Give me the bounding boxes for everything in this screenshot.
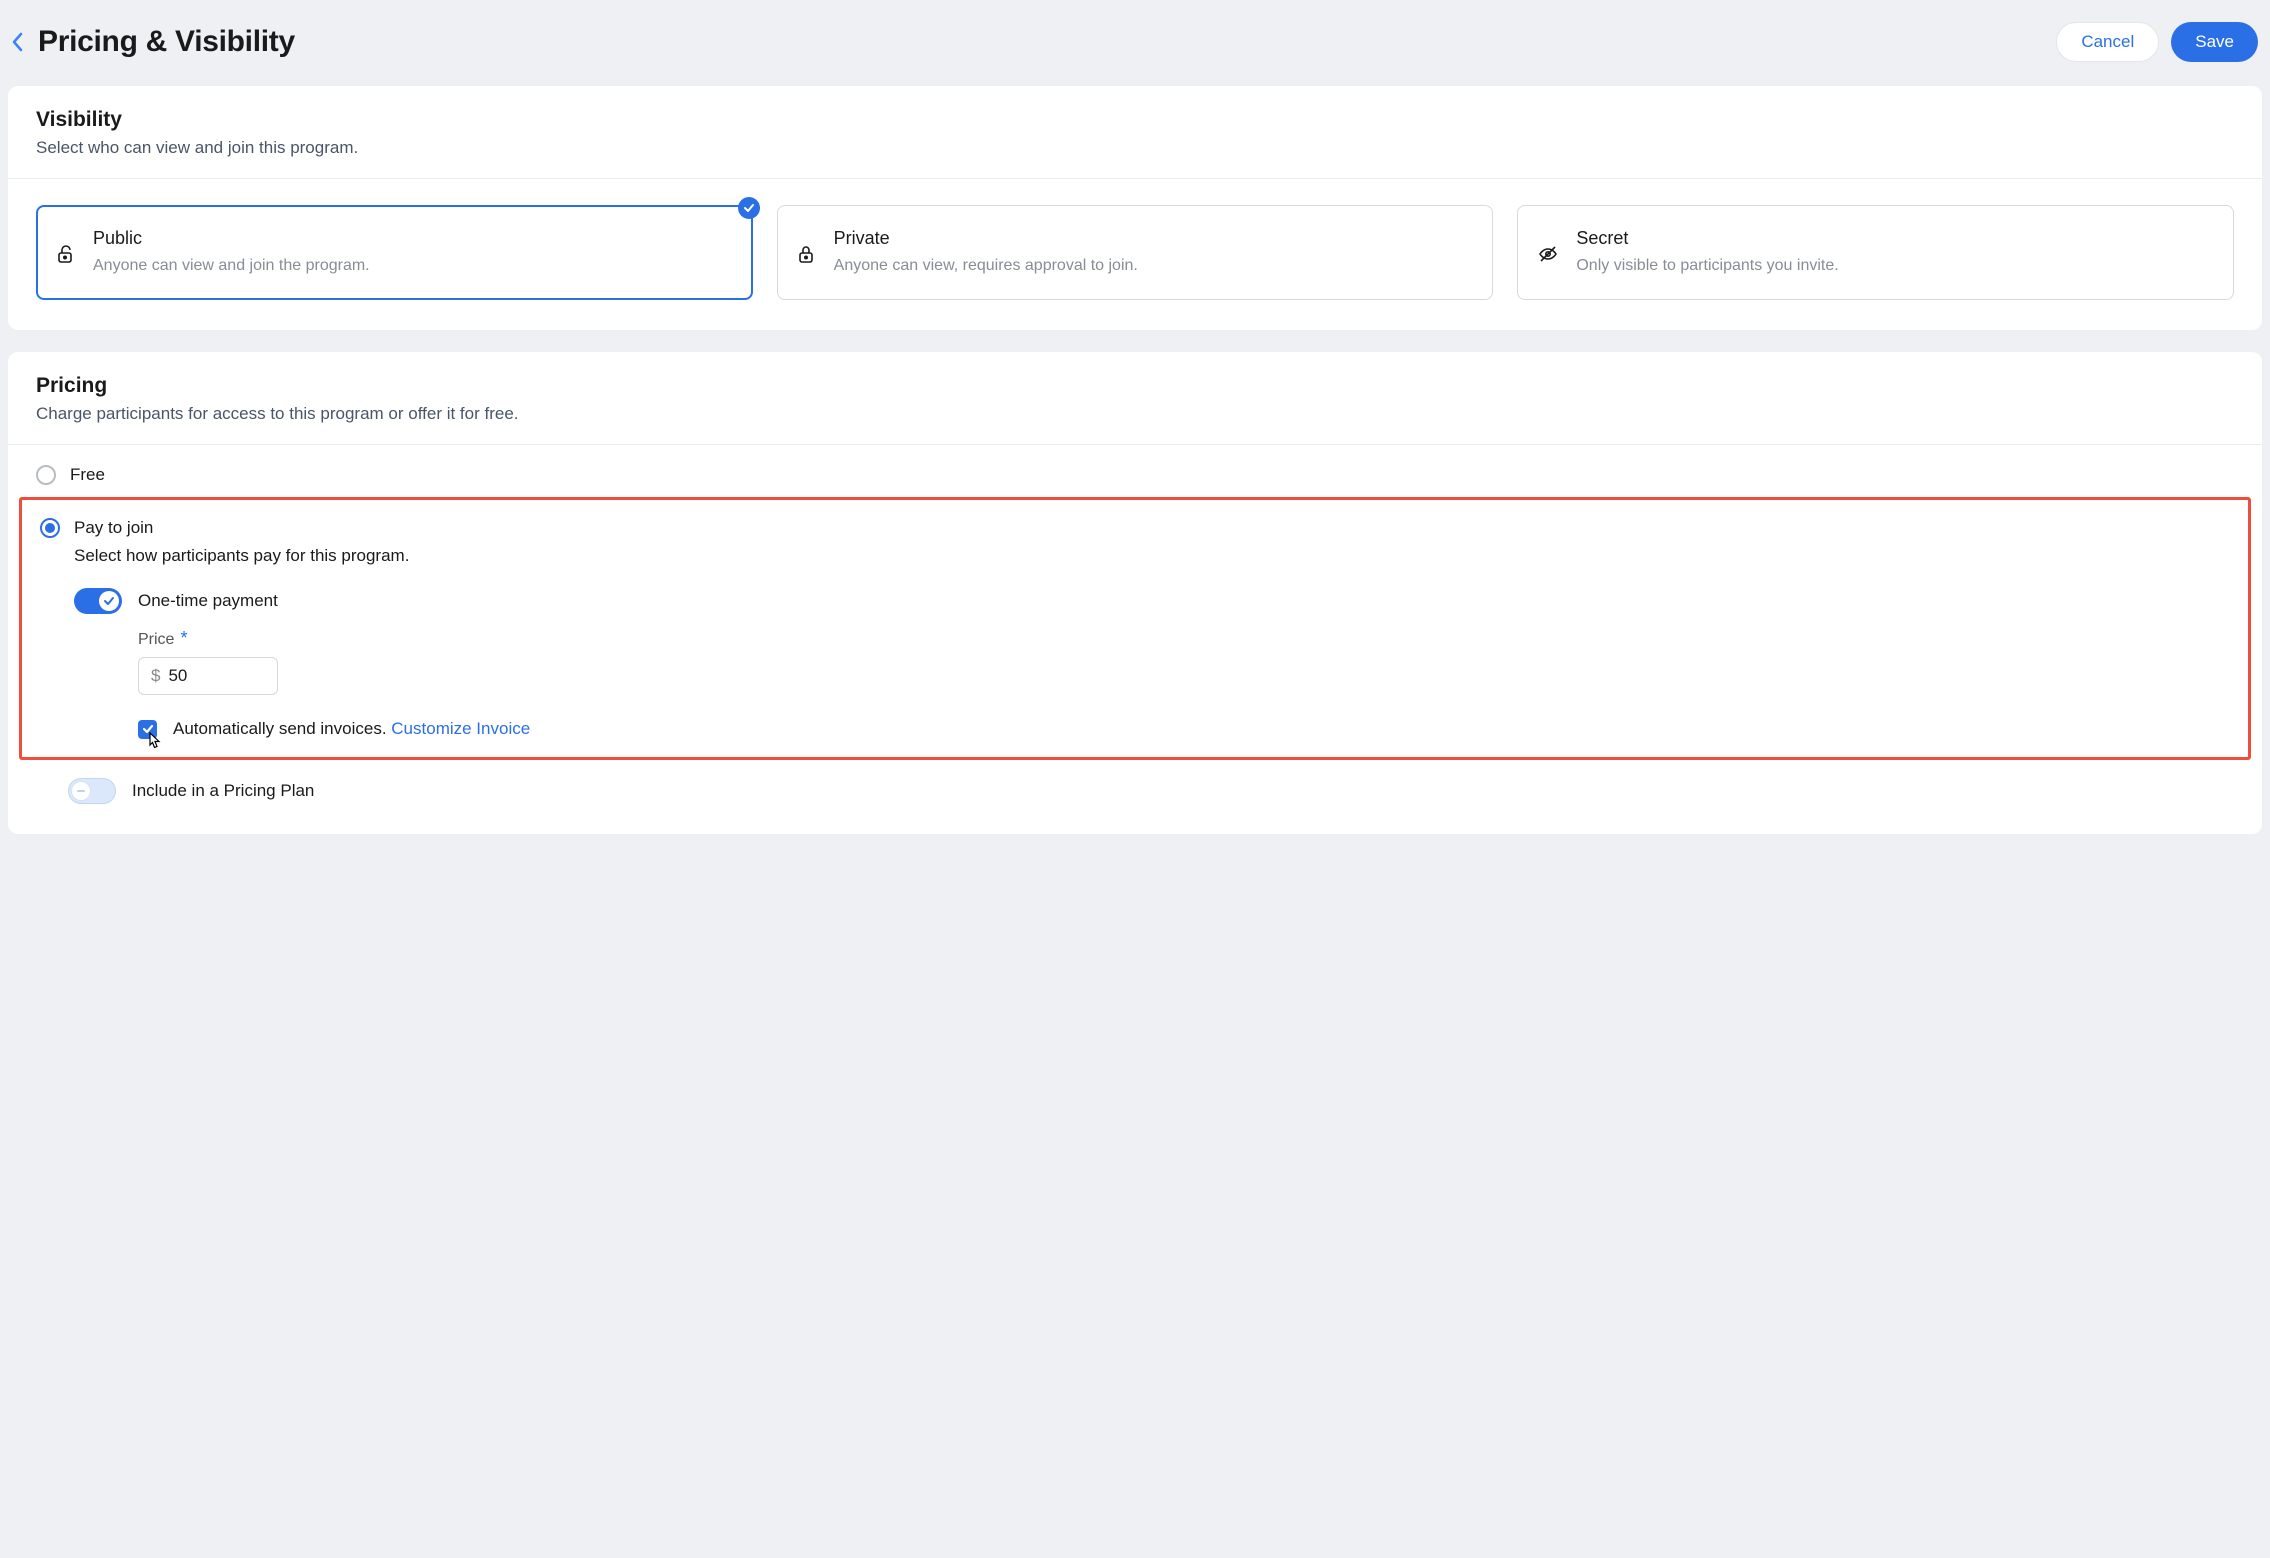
toggle-knob — [99, 591, 119, 611]
option-secret-desc: Only visible to participants you invite. — [1576, 255, 2211, 277]
currency-symbol: $ — [151, 666, 160, 686]
price-label: Price — [138, 631, 174, 649]
pricing-option-pay[interactable]: Pay to join — [40, 518, 2230, 546]
save-button[interactable]: Save — [2171, 22, 2258, 62]
lock-icon — [798, 244, 816, 269]
visibility-subtitle: Select who can view and join this progra… — [36, 138, 2234, 158]
option-private-desc: Anyone can view, requires approval to jo… — [834, 255, 1471, 277]
highlight-annotation: Pay to join Select how participants pay … — [19, 497, 2251, 760]
page-title: Pricing & Visibility — [38, 25, 295, 59]
customize-invoice-link[interactable]: Customize Invoice — [391, 719, 530, 738]
auto-invoice-label: Automatically send invoices. — [173, 719, 387, 738]
selected-checkmark-icon — [738, 197, 760, 219]
option-secret-title: Secret — [1576, 228, 2211, 249]
back-button[interactable] — [12, 32, 24, 52]
pricing-card: Pricing Charge participants for access t… — [8, 352, 2262, 834]
pricing-plan-label: Include in a Pricing Plan — [132, 781, 314, 801]
eye-off-icon — [1538, 244, 1558, 269]
check-icon — [142, 723, 154, 735]
price-input-wrap[interactable]: $ — [138, 657, 278, 695]
radio-pay[interactable] — [40, 518, 60, 538]
page-header: Pricing & Visibility Cancel Save — [8, 8, 2262, 86]
cancel-button[interactable]: Cancel — [2056, 22, 2159, 62]
check-icon — [103, 595, 115, 607]
visibility-title: Visibility — [36, 108, 2234, 132]
chevron-left-icon — [12, 32, 24, 52]
radio-free-label: Free — [70, 465, 105, 485]
required-indicator: * — [180, 628, 187, 649]
pay-subtitle: Select how participants pay for this pro… — [74, 546, 2230, 566]
option-private-title: Private — [834, 228, 1471, 249]
one-time-payment-toggle[interactable] — [74, 588, 122, 614]
auto-invoice-text: Automatically send invoices. Customize I… — [173, 719, 530, 739]
visibility-option-private[interactable]: Private Anyone can view, requires approv… — [777, 205, 1494, 300]
pricing-option-free[interactable]: Free — [8, 445, 2262, 497]
radio-pay-label: Pay to join — [74, 518, 153, 538]
radio-free[interactable] — [36, 465, 56, 485]
auto-invoice-checkbox[interactable] — [138, 720, 157, 739]
pricing-plan-toggle[interactable] — [68, 778, 116, 804]
visibility-option-secret[interactable]: Secret Only visible to participants you … — [1517, 205, 2234, 300]
option-public-desc: Anyone can view and join the program. — [93, 255, 730, 277]
option-public-title: Public — [93, 228, 730, 249]
one-time-payment-label: One-time payment — [138, 591, 278, 611]
pricing-subtitle: Charge participants for access to this p… — [36, 404, 2234, 424]
visibility-option-public[interactable]: Public Anyone can view and join the prog… — [36, 205, 753, 300]
pricing-title: Pricing — [36, 374, 2234, 398]
price-input[interactable] — [168, 666, 248, 686]
toggle-knob — [71, 781, 91, 801]
visibility-card: Visibility Select who can view and join … — [8, 86, 2262, 330]
unlock-icon — [57, 244, 75, 269]
